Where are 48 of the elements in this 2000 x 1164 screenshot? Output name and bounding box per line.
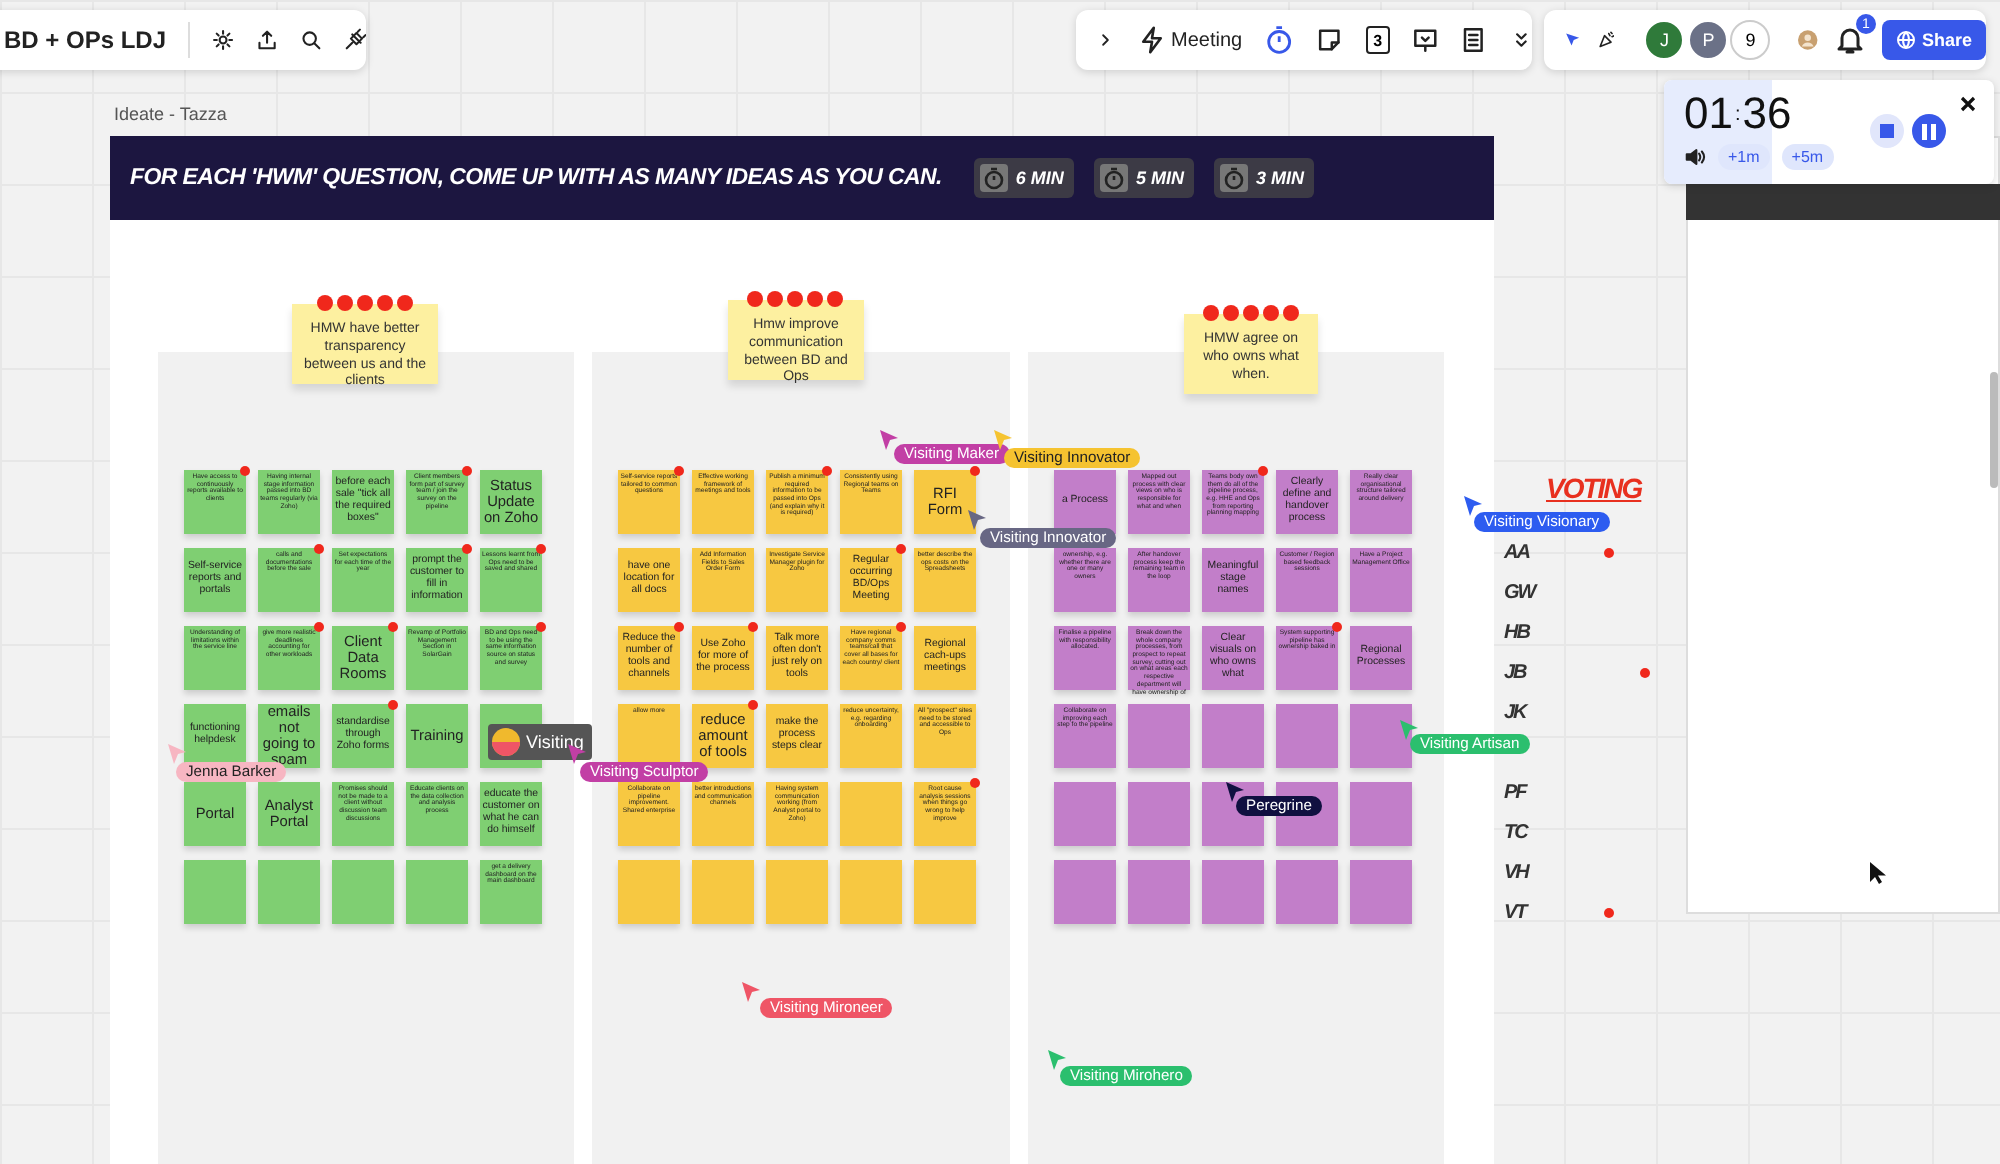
voter-initials: VT [1504,902,1531,924]
timer-chip[interactable]: 6 MIN [973,158,1074,198]
voter-initials: JB [1504,662,1529,684]
timer-chip[interactable]: 5 MIN [1093,158,1194,198]
volume-icon[interactable] [1684,146,1706,168]
share-button[interactable]: Share [1882,20,1987,60]
pause-button[interactable] [1912,114,1946,148]
counter-button[interactable]: 3 [1365,26,1391,54]
stopwatch-icon [1099,164,1128,192]
lightning-icon[interactable] [1137,26,1165,54]
banner-text: FOR EACH 'HWM' QUESTION, COME UP WITH AS MANY IDEAS AS YOU CAN. [130,166,942,190]
sticky-note-icon[interactable] [1316,26,1344,54]
pause-icon [1922,123,1936,139]
settings-icon[interactable] [211,24,234,56]
voter-initials: AA [1504,542,1532,564]
timer-seconds: 36 [1742,88,1792,140]
timer-separator: : [1734,103,1741,125]
user-avatar[interactable]: J [1642,18,1687,62]
scrollbar[interactable] [1990,372,1998,488]
bell-icon[interactable] [1834,24,1866,56]
pointer-icon [1870,862,1886,884]
timer-chip[interactable]: 3 MIN [1213,158,1314,198]
voter-initials: JK [1504,702,1530,724]
timer-icon[interactable] [1264,24,1295,56]
timer-minutes: 01 [1684,88,1733,140]
presentation-icon[interactable] [1412,26,1439,54]
add-time-button[interactable]: +5m [1781,144,1834,170]
globe-icon [1896,30,1916,50]
stop-button[interactable] [1870,114,1904,148]
chevron-right-icon[interactable] [1096,28,1115,52]
add-time-button[interactable]: +1m [1718,144,1770,170]
board-title[interactable]: BD + OPs LDJ [4,26,167,54]
user-avatar[interactable]: P [1686,18,1731,62]
voter-initials: VH [1504,862,1532,884]
voter-initials: PF [1504,782,1530,804]
voter-initials: TC [1504,822,1530,844]
stopwatch-icon [1219,164,1248,192]
stop-icon [1880,124,1894,138]
voting-title: VOTING [1546,472,1642,504]
avatar-icon [492,728,520,756]
frame-title: Ideate - Tazza [114,104,227,124]
meeting-label[interactable]: Meeting [1171,29,1243,51]
document-icon[interactable] [1460,26,1488,54]
stopwatch-icon [979,164,1008,192]
close-icon[interactable] [1960,96,1976,112]
user-count[interactable]: 9 [1730,20,1771,60]
voter-initials: GW [1504,582,1540,604]
voter-initials: HB [1504,622,1532,644]
